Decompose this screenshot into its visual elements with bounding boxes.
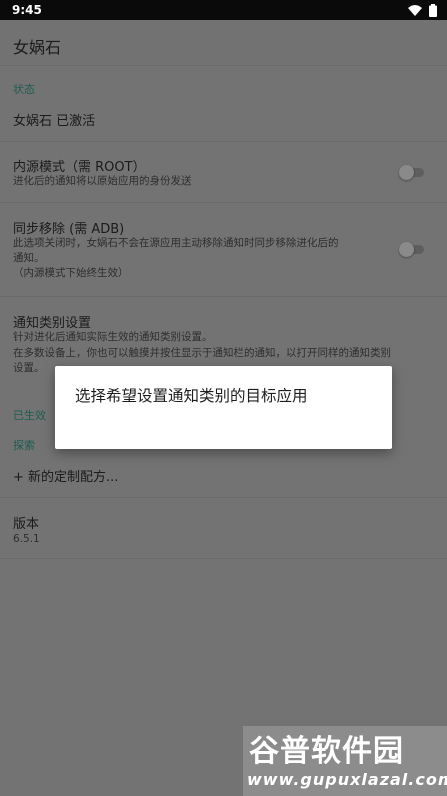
version-value: 6.5.1	[13, 533, 40, 545]
sync-remove-title[interactable]: 同步移除 (需 ADB)	[13, 218, 124, 237]
status-time: 9:45	[12, 3, 42, 17]
divider	[0, 202, 447, 203]
divider	[0, 497, 447, 498]
divider	[0, 558, 447, 559]
dialog-title: 选择希望设置通知类别的目标应用	[75, 387, 308, 405]
category-status: 状态	[13, 83, 35, 96]
version-title[interactable]: 版本	[13, 513, 39, 532]
inner-mode-summary: 进化后的通知将以原始应用的身份发送	[13, 175, 192, 187]
switch-thumb	[399, 165, 414, 180]
sync-remove-summary-line3: （内源模式下始终生效）	[13, 267, 129, 279]
switch-thumb	[399, 242, 414, 257]
watermark-line1: 谷普软件园	[249, 734, 404, 769]
notif-category-summary-line1: 针对进化后通知实际生效的通知类别设置。	[13, 331, 213, 343]
notif-category-summary-line2: 在多数设备上，你也可以触摸并按住显示于通知栏的通知，以打开同样的通知类别	[13, 347, 391, 359]
category-effective: 已生效	[13, 409, 46, 422]
new-recipe-item[interactable]: + 新的定制配方...	[13, 466, 118, 485]
watermark-logo: 谷普软件园 www.gupuxlazal.com	[243, 726, 447, 796]
sync-remove-summary-line2: 通知。	[13, 252, 45, 264]
page-title: 女娲石	[13, 38, 62, 57]
status-icons	[408, 4, 437, 17]
wifi-icon	[408, 5, 422, 16]
status-bar: 9:45	[0, 0, 447, 20]
battery-icon	[429, 4, 437, 17]
sync-remove-switch[interactable]	[399, 242, 425, 257]
watermark-line2: www.gupuxlazal.com	[247, 770, 447, 789]
sync-remove-summary-line1: 此选项关闭时，女娲石不会在源应用主动移除通知时同步移除进化后的	[13, 237, 339, 249]
app-bar: 女娲石	[0, 20, 447, 66]
divider	[0, 141, 447, 142]
notif-category-title[interactable]: 通知类别设置	[13, 312, 91, 331]
inner-mode-switch[interactable]	[399, 165, 425, 180]
select-app-dialog[interactable]: 选择希望设置通知类别的目标应用	[55, 366, 392, 449]
divider	[0, 296, 447, 297]
inner-mode-title[interactable]: 内源模式（需 ROOT）	[13, 156, 146, 175]
activation-status[interactable]: 女娲石 已激活	[13, 110, 95, 129]
category-explore: 探索	[13, 439, 35, 452]
